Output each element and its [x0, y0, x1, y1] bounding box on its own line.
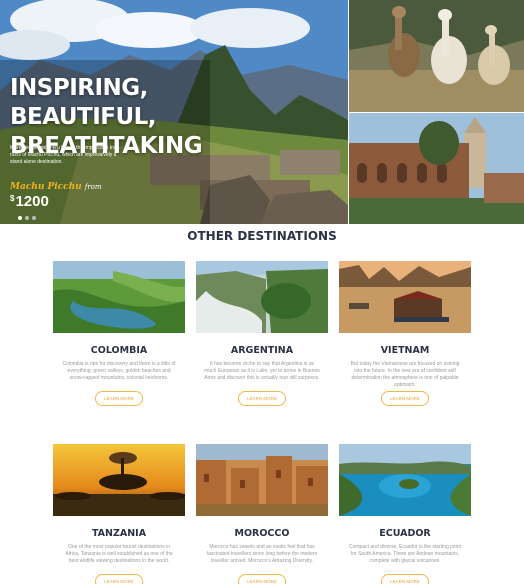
page: INSPIRING, BEAUTIFUL, BREATHTAKING More …: [0, 0, 524, 584]
hero-image-llamas[interactable]: [349, 0, 524, 112]
destination-description: It has become cliche to say that Argenti…: [204, 361, 320, 381]
destination-name: ECUADOR: [379, 528, 431, 539]
hero-image-machu-picchu[interactable]: INSPIRING, BEAUTIFUL, BREATHTAKING More …: [0, 0, 348, 224]
destination-name: MOROCCO: [234, 528, 290, 539]
destination-description: Compact and diverse, Ecuador is the star…: [348, 544, 461, 564]
destination-card: VIETNAM But today the Vietnamese are foc…: [339, 261, 471, 406]
destination-description: But today the Vietnamese are focused on …: [350, 361, 460, 388]
destination-image[interactable]: [196, 444, 328, 516]
destination-name: TANZANIA: [91, 528, 147, 539]
destination-image[interactable]: [196, 261, 328, 333]
destination-name: ARGENTINA: [230, 345, 294, 356]
hero-image-cusco-church[interactable]: [349, 113, 524, 224]
destination-image[interactable]: [339, 261, 471, 333]
destination-card: ECUADOR Compact and diverse, Ecuador is …: [339, 444, 471, 584]
destination-image[interactable]: [53, 261, 185, 333]
learn-more-button[interactable]: LEARN MORE: [238, 391, 286, 406]
learn-more-button[interactable]: LEARN MORE: [95, 391, 143, 406]
destination-name: VIETNAM: [380, 345, 430, 356]
hero-price-label: Machu Picchu from: [10, 182, 102, 192]
slide-dot-3[interactable]: [32, 216, 36, 220]
destination-image[interactable]: [53, 444, 185, 516]
learn-more-button[interactable]: LEARN MORE: [95, 574, 143, 584]
hero-description: More people visit Peru to see the impres…: [10, 145, 120, 165]
llamas-illustration: [349, 0, 524, 112]
hero-price: $1200: [10, 193, 49, 210]
destination-image[interactable]: [339, 444, 471, 516]
destination-name: COLOMBIA: [90, 345, 148, 356]
destination-description: One of the most popular tourist destinat…: [65, 544, 173, 564]
slide-dot-1[interactable]: [18, 216, 22, 220]
slide-dot-2[interactable]: [25, 216, 29, 220]
learn-more-button[interactable]: LEARN MORE: [381, 574, 429, 584]
slider-dots: [18, 216, 36, 220]
destination-description: Morocco has sweets and an exotic feel th…: [206, 544, 318, 564]
destination-card: TANZANIA One of the most popular tourist…: [53, 444, 185, 584]
destination-card: COLOMBIA Colombia is ripe for discovery …: [53, 261, 185, 406]
hero-banner: INSPIRING, BEAUTIFUL, BREATHTAKING More …: [0, 0, 524, 224]
destination-card: ARGENTINA It has become cliche to say th…: [196, 261, 328, 406]
learn-more-button[interactable]: LEARN MORE: [381, 391, 429, 406]
cusco-church-illustration: [349, 113, 524, 224]
learn-more-button[interactable]: LEARN MORE: [238, 574, 286, 584]
destination-description: Colombia is ripe for discovery and there…: [62, 361, 176, 381]
destination-card: MOROCCO Morocco has sweets and an exotic…: [196, 444, 328, 584]
section-title: OTHER DESTINATIONS: [187, 229, 337, 243]
